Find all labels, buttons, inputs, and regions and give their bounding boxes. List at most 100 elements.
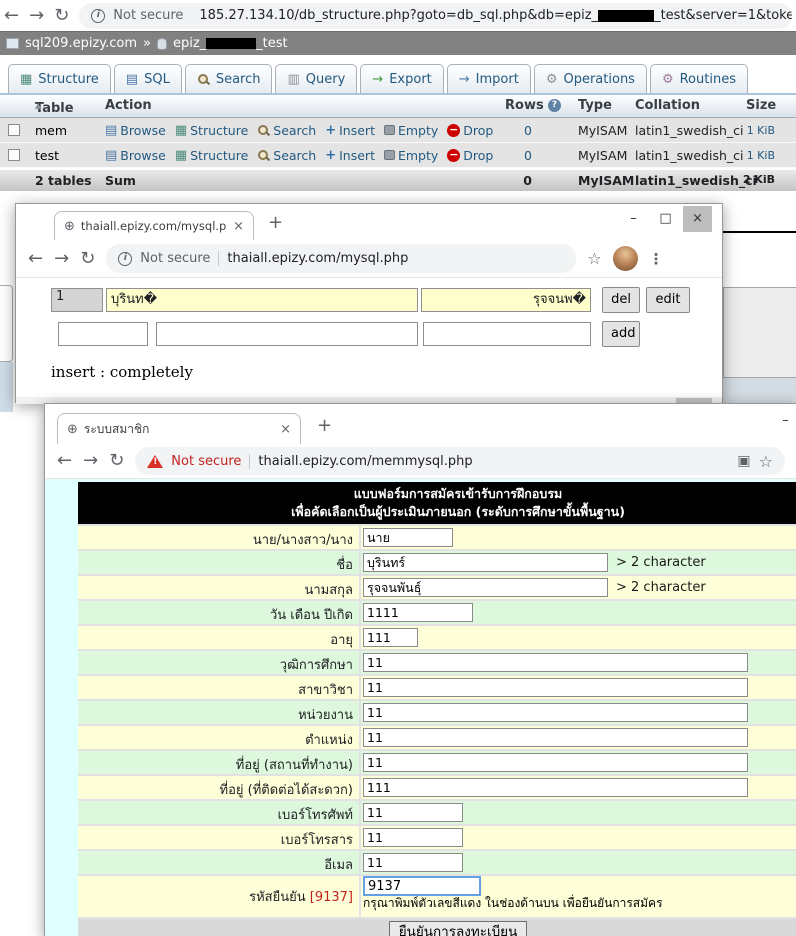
- form-input-1[interactable]: [363, 553, 608, 572]
- pma-tab-operations[interactable]: ⚙Operations: [534, 64, 647, 94]
- confirm-code-input[interactable]: [363, 876, 481, 896]
- titlebar[interactable]: ⊕ thaiall.epizy.com/mysql.php × + – □ ×: [16, 204, 722, 240]
- row-checkbox[interactable]: [8, 124, 20, 136]
- new-id-field[interactable]: [58, 322, 148, 346]
- pma-tab-query[interactable]: ▥Query: [275, 64, 357, 94]
- pma-tab-sql[interactable]: ▤SQL: [114, 64, 182, 94]
- info-icon[interactable]: i: [91, 9, 105, 23]
- import-icon: →: [459, 73, 470, 86]
- record-id-field[interactable]: 1: [51, 288, 103, 312]
- action-search[interactable]: Search: [257, 123, 316, 138]
- action-empty[interactable]: Empty: [384, 123, 438, 138]
- col-size: Size: [746, 98, 776, 113]
- pma-tab-routines[interactable]: ⚙Routines: [650, 64, 748, 94]
- reload-icon[interactable]: ↻: [54, 7, 69, 25]
- form-input-4[interactable]: [363, 628, 418, 647]
- new-surname-field[interactable]: [423, 322, 591, 346]
- form-input-6[interactable]: [363, 678, 748, 697]
- form-input-9[interactable]: [363, 753, 748, 772]
- search-icon: [257, 124, 270, 137]
- form-input-13[interactable]: [363, 853, 463, 872]
- action-structure[interactable]: ▦Structure: [175, 148, 248, 163]
- reload-icon[interactable]: ↻: [80, 250, 95, 268]
- form-row: สาขาวิชา: [78, 676, 796, 699]
- titlebar[interactable]: ⊕ ระบบสมาชิก × + –: [45, 404, 796, 444]
- reload-icon[interactable]: ↻: [109, 452, 124, 470]
- info-icon[interactable]: i: [118, 252, 132, 266]
- record-name-field[interactable]: บุรินท�: [106, 288, 418, 312]
- browser-tab[interactable]: ⊕ ระบบสมาชิก ×: [57, 413, 301, 444]
- table-name[interactable]: mem: [35, 123, 67, 138]
- submit-button[interactable]: ยืนยันการลงทะเบียน: [389, 921, 528, 936]
- forward-icon[interactable]: →: [54, 250, 69, 268]
- form-input-3[interactable]: [363, 603, 473, 622]
- new-tab-icon[interactable]: +: [317, 417, 332, 435]
- menu-dots-icon[interactable]: ⋮: [649, 250, 664, 268]
- maximize-button[interactable]: □: [651, 206, 680, 232]
- form-input-12[interactable]: [363, 828, 463, 847]
- forward-icon[interactable]: →: [29, 7, 44, 25]
- record-surname-field[interactable]: รุจจนพ�: [421, 288, 591, 312]
- form-row-label: เบอร์โทรศัพท์: [78, 801, 359, 824]
- form-input-8[interactable]: [363, 728, 748, 747]
- breadcrumb-database[interactable]: epiz__test: [173, 36, 288, 51]
- del-button[interactable]: del: [602, 287, 640, 313]
- export-icon: →: [372, 73, 383, 86]
- drop-icon: −: [447, 149, 460, 162]
- close-button[interactable]: ×: [683, 206, 712, 232]
- edit-button[interactable]: edit: [646, 287, 690, 313]
- tab-close-icon[interactable]: ×: [233, 219, 244, 234]
- add-button[interactable]: add: [602, 321, 640, 347]
- pma-tab-label: Search: [216, 72, 261, 87]
- form-input-7[interactable]: [363, 703, 748, 722]
- background-fieldset-right: [723, 287, 796, 378]
- action-browse[interactable]: ▤Browse: [105, 123, 166, 138]
- form-input-5[interactable]: [363, 653, 748, 672]
- table-name[interactable]: test: [35, 148, 59, 163]
- table-sum-row: 2 tables Sum 0 MyISAM latin1_swedish_ci …: [0, 169, 796, 191]
- translate-icon[interactable]: ▣: [737, 453, 750, 469]
- bookmark-star-icon[interactable]: ☆: [587, 249, 601, 268]
- address-bar[interactable]: i Not secure thaiall.epizy.com/mysql.php: [106, 244, 576, 273]
- action-drop[interactable]: −Drop: [447, 123, 493, 138]
- address-bar[interactable]: i Not secure 185.27.134.10/db_structure.…: [79, 3, 792, 29]
- form-row-cell: [359, 526, 796, 549]
- back-icon[interactable]: ←: [57, 452, 72, 470]
- action-empty[interactable]: Empty: [384, 148, 438, 163]
- form-row: ตำแหน่ง: [78, 726, 796, 749]
- breadcrumb-server[interactable]: sql209.epizy.com: [25, 36, 137, 51]
- tab-title: thaiall.epizy.com/mysql.php: [81, 219, 227, 233]
- action-structure[interactable]: ▦Structure: [175, 123, 248, 138]
- address-bar[interactable]: ! Not secure thaiall.epizy.com/memmysql.…: [135, 447, 785, 475]
- profile-avatar[interactable]: [613, 246, 638, 271]
- row-checkbox[interactable]: [8, 149, 20, 161]
- new-tab-icon[interactable]: +: [268, 214, 283, 232]
- action-insert[interactable]: +Insert: [325, 148, 375, 163]
- tab-close-icon[interactable]: ×: [280, 422, 291, 437]
- form-row-cell: [359, 676, 796, 699]
- action-search[interactable]: Search: [257, 148, 316, 163]
- pma-tab-import[interactable]: →Import: [447, 64, 531, 94]
- form-input-2[interactable]: [363, 578, 608, 597]
- minimize-button[interactable]: –: [619, 206, 648, 232]
- form-input-0[interactable]: [363, 528, 453, 547]
- action-drop[interactable]: −Drop: [447, 148, 493, 163]
- back-icon[interactable]: ←: [28, 250, 43, 268]
- form-input-10[interactable]: [363, 778, 748, 797]
- confirm-label: รหัสยืนยัน [9137]: [78, 876, 359, 917]
- pma-tab-structure[interactable]: ▦Structure: [8, 64, 111, 94]
- pma-tab-export[interactable]: →Export: [360, 64, 443, 94]
- forward-icon[interactable]: →: [83, 452, 98, 470]
- pma-tab-search[interactable]: Search: [185, 64, 273, 94]
- form-input-11[interactable]: [363, 803, 463, 822]
- new-name-field[interactable]: [156, 322, 418, 346]
- action-browse[interactable]: ▤Browse: [105, 148, 166, 163]
- background-fieldset-footer-right: [723, 378, 796, 403]
- action-insert[interactable]: +Insert: [325, 123, 375, 138]
- row-size: 1 KiB: [700, 149, 775, 162]
- minimize-button[interactable]: –: [771, 408, 796, 434]
- back-icon[interactable]: ←: [4, 7, 19, 25]
- bookmark-star-icon[interactable]: ☆: [759, 452, 773, 471]
- help-icon[interactable]: ?: [548, 99, 561, 112]
- browser-tab[interactable]: ⊕ thaiall.epizy.com/mysql.php ×: [54, 211, 254, 240]
